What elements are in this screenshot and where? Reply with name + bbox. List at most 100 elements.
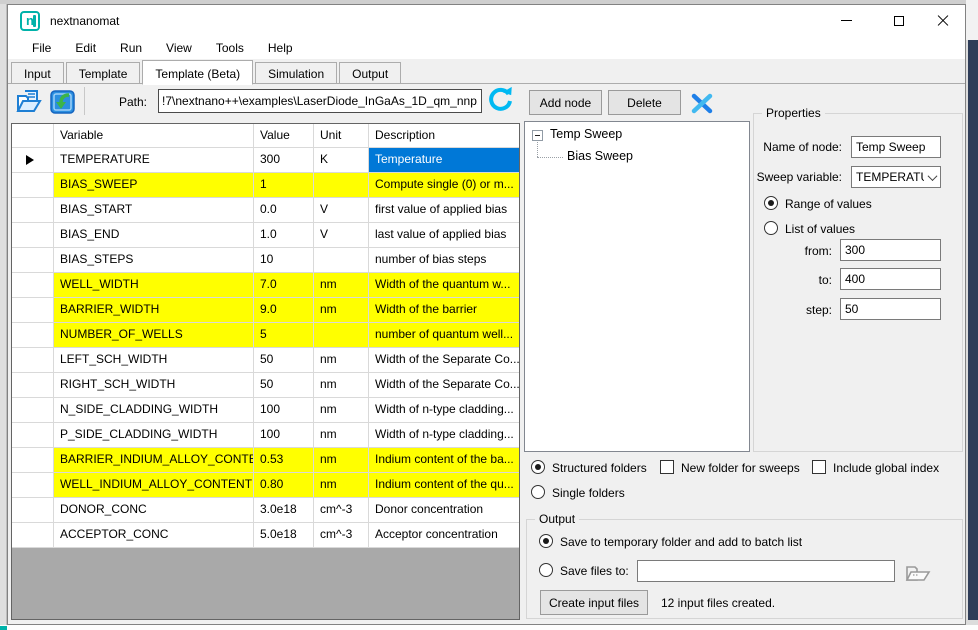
column-header-variable[interactable]: Variable bbox=[54, 124, 254, 148]
from-input[interactable] bbox=[840, 239, 941, 261]
import-template-button[interactable] bbox=[47, 87, 77, 115]
cell-unit[interactable]: cm^-3 bbox=[314, 498, 369, 523]
cell-unit[interactable]: cm^-3 bbox=[314, 523, 369, 548]
cell-description[interactable]: Temperature bbox=[369, 148, 519, 173]
maximize-button[interactable] bbox=[876, 5, 921, 36]
row-marker-cell[interactable] bbox=[12, 398, 54, 423]
cell-unit[interactable]: nm bbox=[314, 373, 369, 398]
tree-collapse-icon[interactable] bbox=[532, 130, 543, 141]
table-row[interactable]: RIGHT_SCH_WIDTH50nmWidth of the Separate… bbox=[12, 373, 519, 398]
table-row[interactable]: LEFT_SCH_WIDTH50nmWidth of the Separate … bbox=[12, 348, 519, 373]
cell-description[interactable]: Width of n-type cladding... bbox=[369, 398, 519, 423]
cell-value[interactable]: 0.0 bbox=[254, 198, 314, 223]
cell-description[interactable]: Width of n-type cladding... bbox=[369, 423, 519, 448]
cell-variable[interactable]: P_SIDE_CLADDING_WIDTH bbox=[54, 423, 254, 448]
table-row[interactable]: BIAS_SWEEP1 Compute single (0) or m... bbox=[12, 173, 519, 198]
cell-unit[interactable]: nm bbox=[314, 448, 369, 473]
cell-variable[interactable]: BIAS_START bbox=[54, 198, 254, 223]
save-files-to-input[interactable] bbox=[637, 560, 895, 582]
table-row[interactable]: P_SIDE_CLADDING_WIDTH100nmWidth of n-typ… bbox=[12, 423, 519, 448]
row-marker-cell[interactable] bbox=[12, 498, 54, 523]
cell-value[interactable]: 9.0 bbox=[254, 298, 314, 323]
cell-description[interactable]: Compute single (0) or m... bbox=[369, 173, 519, 198]
tab-simulation[interactable]: Simulation bbox=[255, 62, 337, 84]
new-folder-for-sweeps-checkbox[interactable] bbox=[660, 460, 674, 474]
tab-template-beta[interactable]: Template (Beta) bbox=[142, 60, 253, 85]
table-row[interactable]: N_SIDE_CLADDING_WIDTH100nmWidth of n-typ… bbox=[12, 398, 519, 423]
table-row[interactable]: BARRIER_INDIUM_ALLOY_CONTENT0.53nmIndium… bbox=[12, 448, 519, 473]
cell-unit[interactable]: nm bbox=[314, 273, 369, 298]
cell-variable[interactable]: DONOR_CONC bbox=[54, 498, 254, 523]
range-of-values-radio[interactable] bbox=[764, 196, 778, 210]
row-marker-cell[interactable] bbox=[12, 323, 54, 348]
cell-value[interactable]: 50 bbox=[254, 348, 314, 373]
cell-variable[interactable]: BIAS_SWEEP bbox=[54, 173, 254, 198]
row-marker-cell[interactable] bbox=[12, 373, 54, 398]
cell-value[interactable]: 1.0 bbox=[254, 223, 314, 248]
row-marker-cell[interactable] bbox=[12, 148, 54, 173]
cell-value[interactable]: 10 bbox=[254, 248, 314, 273]
tree-node-temp-sweep[interactable]: Temp Sweep bbox=[550, 127, 622, 141]
cell-variable[interactable]: TEMPERATURE bbox=[54, 148, 254, 173]
cell-description[interactable]: Indium content of the qu... bbox=[369, 473, 519, 498]
cell-description[interactable]: Width of the quantum w... bbox=[369, 273, 519, 298]
table-row[interactable]: DONOR_CONC3.0e18cm^-3Donor concentration bbox=[12, 498, 519, 523]
menu-help[interactable]: Help bbox=[258, 38, 303, 58]
cell-value[interactable]: 3.0e18 bbox=[254, 498, 314, 523]
cell-value[interactable]: 0.53 bbox=[254, 448, 314, 473]
minimize-button[interactable] bbox=[824, 5, 869, 36]
row-marker-cell[interactable] bbox=[12, 348, 54, 373]
row-marker-cell[interactable] bbox=[12, 273, 54, 298]
cell-variable[interactable]: WELL_WIDTH bbox=[54, 273, 254, 298]
cell-description[interactable]: Indium content of the ba... bbox=[369, 448, 519, 473]
cell-unit[interactable] bbox=[314, 248, 369, 273]
table-row[interactable]: BIAS_END1.0Vlast value of applied bias bbox=[12, 223, 519, 248]
cell-variable[interactable]: RIGHT_SCH_WIDTH bbox=[54, 373, 254, 398]
row-marker-cell[interactable] bbox=[12, 473, 54, 498]
cell-value[interactable]: 100 bbox=[254, 423, 314, 448]
menu-tools[interactable]: Tools bbox=[206, 38, 254, 58]
tree-node-bias-sweep[interactable]: Bias Sweep bbox=[567, 149, 633, 163]
cell-value[interactable]: 300 bbox=[254, 148, 314, 173]
table-row[interactable]: WELL_WIDTH7.0nmWidth of the quantum w... bbox=[12, 273, 519, 298]
sweep-variable-select[interactable]: TEMPERATURE bbox=[851, 166, 941, 188]
table-row[interactable]: ACCEPTOR_CONC5.0e18cm^-3Acceptor concent… bbox=[12, 523, 519, 548]
cell-description[interactable]: Acceptor concentration bbox=[369, 523, 519, 548]
cell-description[interactable]: Donor concentration bbox=[369, 498, 519, 523]
cell-variable[interactable]: LEFT_SCH_WIDTH bbox=[54, 348, 254, 373]
refresh-button[interactable] bbox=[487, 85, 514, 113]
table-row[interactable]: BIAS_STEPS10number of bias steps bbox=[12, 248, 519, 273]
column-header-unit[interactable]: Unit bbox=[314, 124, 369, 148]
menu-view[interactable]: View bbox=[156, 38, 202, 58]
column-header-value[interactable]: Value bbox=[254, 124, 314, 148]
cell-value[interactable]: 7.0 bbox=[254, 273, 314, 298]
row-marker-cell[interactable] bbox=[12, 423, 54, 448]
cell-description[interactable]: number of bias steps bbox=[369, 248, 519, 273]
list-of-values-radio[interactable] bbox=[764, 221, 778, 235]
menu-file[interactable]: File bbox=[22, 38, 61, 58]
cell-unit[interactable]: nm bbox=[314, 473, 369, 498]
cell-unit[interactable] bbox=[314, 323, 369, 348]
delete-node-button[interactable]: Delete bbox=[608, 90, 681, 115]
create-input-files-button[interactable]: Create input files bbox=[540, 590, 648, 615]
clear-nodes-button[interactable] bbox=[690, 92, 714, 115]
row-marker-cell[interactable] bbox=[12, 298, 54, 323]
open-file-button[interactable] bbox=[15, 87, 45, 115]
cell-value[interactable]: 1 bbox=[254, 173, 314, 198]
cell-unit[interactable]: V bbox=[314, 223, 369, 248]
cell-unit[interactable]: nm bbox=[314, 423, 369, 448]
cell-unit[interactable]: V bbox=[314, 198, 369, 223]
row-marker-cell[interactable] bbox=[12, 248, 54, 273]
row-marker-cell[interactable] bbox=[12, 173, 54, 198]
cell-value[interactable]: 5.0e18 bbox=[254, 523, 314, 548]
cell-variable[interactable]: WELL_INDIUM_ALLOY_CONTENT bbox=[54, 473, 254, 498]
cell-description[interactable]: number of quantum well... bbox=[369, 323, 519, 348]
cell-value[interactable]: 100 bbox=[254, 398, 314, 423]
cell-description[interactable]: Width of the Separate Co... bbox=[369, 348, 519, 373]
cell-variable[interactable]: ACCEPTOR_CONC bbox=[54, 523, 254, 548]
table-row[interactable]: BARRIER_WIDTH9.0nmWidth of the barrier bbox=[12, 298, 519, 323]
cell-variable[interactable]: N_SIDE_CLADDING_WIDTH bbox=[54, 398, 254, 423]
cell-unit[interactable]: nm bbox=[314, 298, 369, 323]
structured-folders-radio[interactable] bbox=[531, 460, 545, 474]
cell-value[interactable]: 5 bbox=[254, 323, 314, 348]
